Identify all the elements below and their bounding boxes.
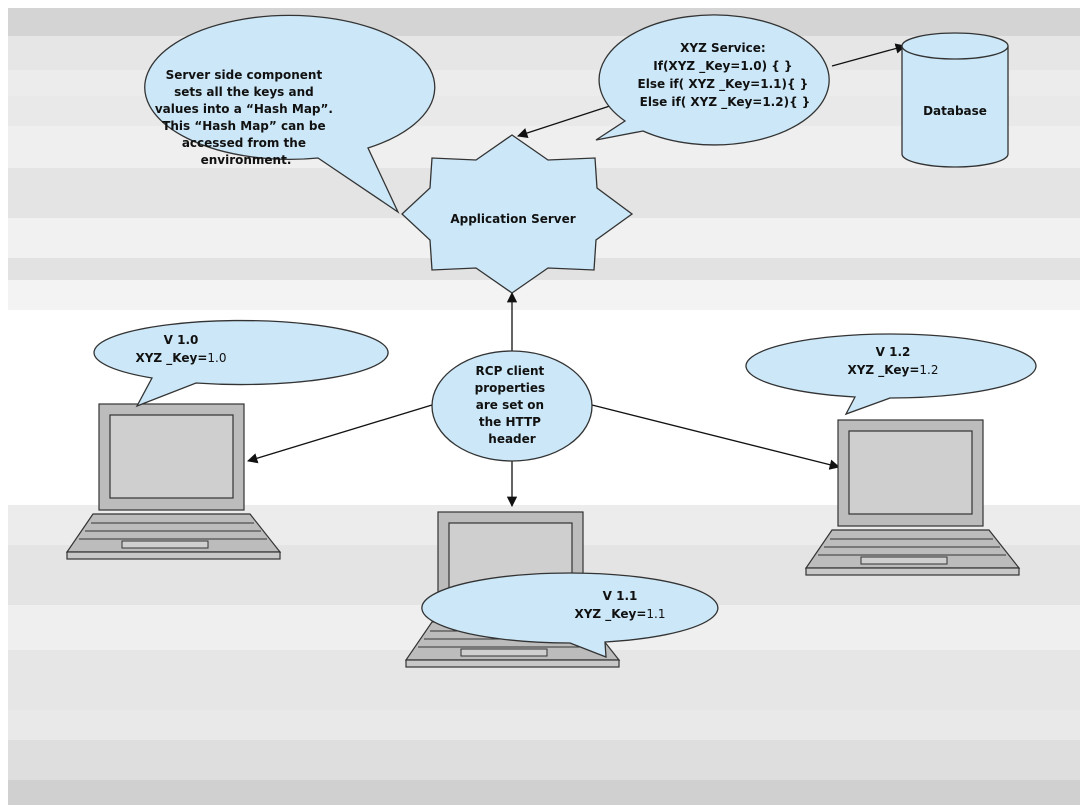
diagram-canvas: Server side component sets all the keys … — [0, 0, 1080, 805]
client-1-2-key: XYZ _Key=1.2 — [847, 363, 938, 378]
rcp-line-1: RCP client — [476, 364, 545, 378]
rcp-line-4: the HTTP — [479, 415, 541, 429]
rcp-line-2: properties — [475, 381, 546, 395]
database-label: Database — [923, 104, 987, 118]
service-callout-line-2: If(XYZ _Key=1.0) { } — [653, 59, 792, 74]
service-callout-line-4: Else if( XYZ _Key=1.2){ } — [640, 95, 811, 110]
client-1-1-key-value: 1.1 — [646, 607, 665, 621]
server-callout-line-4: This “Hash Map” can be — [162, 119, 325, 133]
service-callout-line-1: XYZ Service: — [680, 41, 766, 55]
database-cylinder-icon: Database — [901, 32, 1009, 168]
service-callout-line-3: Else if( XYZ _Key=1.1){ } — [638, 77, 809, 92]
rcp-client-node: RCP client properties are set on the HTT… — [431, 350, 593, 462]
service-callout: XYZ Service: If(XYZ _Key=1.0) { } Else i… — [595, 14, 830, 146]
rcp-line-5: header — [488, 432, 536, 446]
server-callout-line-6: environment. — [201, 153, 292, 167]
client-1-0-version: V 1.0 — [164, 333, 199, 347]
app-server-label: Application Server — [450, 212, 575, 226]
diagram-svg: Server side component sets all the keys … — [0, 0, 1080, 805]
client-1-1-key: XYZ _Key=1.1 — [574, 607, 665, 622]
server-callout-line-3: values into a “Hash Map”. — [155, 102, 333, 116]
client-1-0-key-value: 1.0 — [207, 351, 226, 365]
server-callout-line-2: sets all the keys and — [174, 85, 314, 99]
server-callout-line-5: accessed from the — [182, 136, 306, 150]
client-1-0-key-label: XYZ _Key= — [135, 351, 207, 366]
client-1-1-key-label: XYZ _Key= — [574, 607, 646, 622]
client-1-1-version: V 1.1 — [603, 589, 638, 603]
client-1-2-key-label: XYZ _Key= — [847, 363, 919, 378]
server-callout-line-1: Server side component — [166, 68, 323, 82]
rcp-line-3: are set on — [476, 398, 544, 412]
client-1-2-key-value: 1.2 — [919, 363, 938, 377]
client-1-0-key: XYZ _Key=1.0 — [135, 351, 226, 366]
client-1-2-version: V 1.2 — [876, 345, 911, 359]
